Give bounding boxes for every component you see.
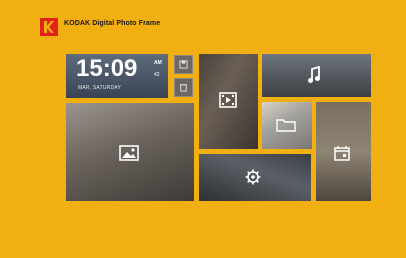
clock-time: 15:09: [76, 55, 138, 82]
tile-video[interactable]: [199, 54, 258, 149]
clock-ampm: AM: [154, 60, 162, 66]
tile-photo[interactable]: [66, 103, 194, 201]
clock-date: MAR, SATURDAY: [78, 85, 121, 91]
tile-settings[interactable]: [199, 154, 311, 201]
tile-file[interactable]: [262, 102, 312, 149]
image-icon: [119, 145, 139, 161]
music-icon: [308, 66, 320, 83]
clock-seconds: 42: [154, 72, 160, 78]
gear-icon: [245, 169, 261, 185]
clock-widget[interactable]: 15:09 AM 42 MAR, SATURDAY: [66, 54, 168, 98]
kodak-logo: [40, 18, 58, 36]
tile-music[interactable]: [262, 54, 371, 97]
calendar-icon: [334, 146, 350, 161]
delete-button[interactable]: [174, 78, 193, 97]
folder-icon: [276, 119, 296, 132]
trash-icon: [179, 84, 188, 92]
video-icon: [219, 92, 237, 108]
app-title: KODAK Digital Photo Frame: [64, 20, 161, 27]
save-icon: [179, 60, 188, 69]
save-button[interactable]: [174, 55, 193, 74]
tile-calendar[interactable]: [316, 102, 371, 201]
